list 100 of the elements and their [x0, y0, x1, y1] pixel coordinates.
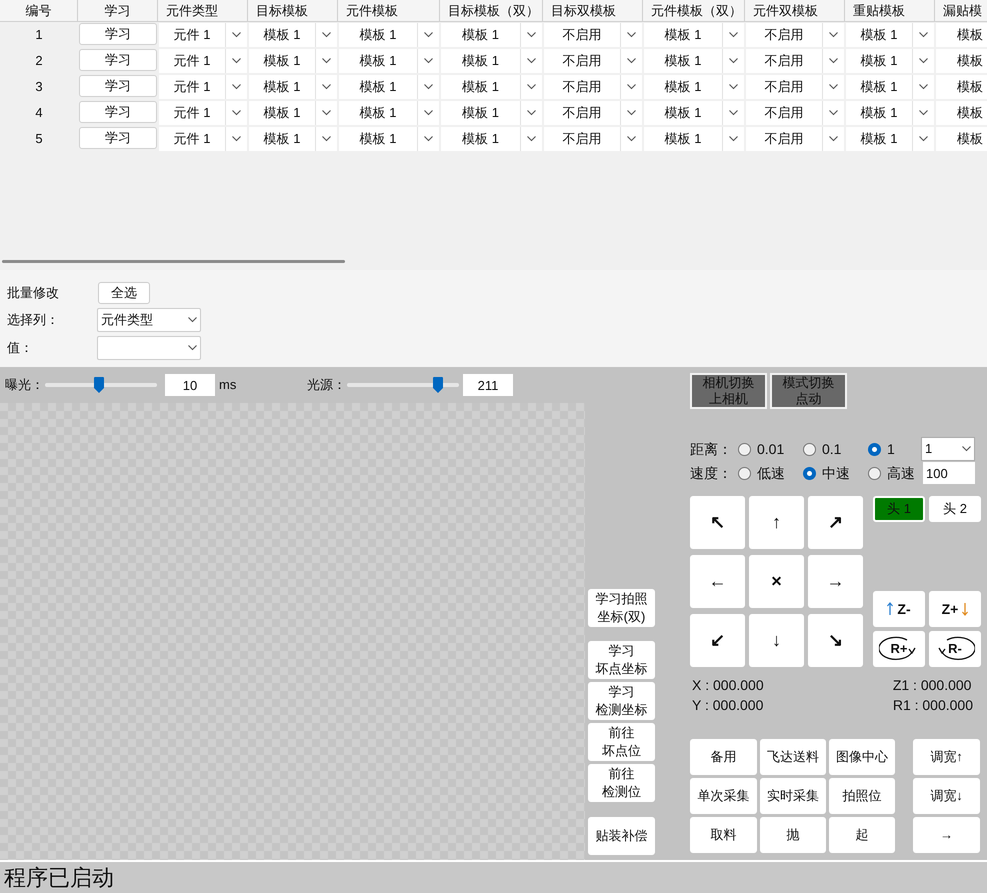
- side-action-button[interactable]: 贴装补偿: [588, 817, 655, 855]
- light-input[interactable]: 211: [463, 374, 513, 396]
- template-dropdown[interactable]: 模板 1: [644, 101, 744, 125]
- template-dropdown[interactable]: 元件 1: [159, 127, 247, 151]
- template-dropdown[interactable]: 模板 1: [339, 23, 439, 47]
- column-dropdown[interactable]: 元件类型: [97, 308, 201, 332]
- radio-button[interactable]: [868, 442, 881, 456]
- select-all-button[interactable]: 全选: [98, 282, 150, 304]
- template-dropdown[interactable]: 模板 1: [846, 101, 934, 125]
- template-dropdown[interactable]: 模板 1: [441, 101, 542, 125]
- chevron-down-icon: [527, 136, 536, 142]
- template-dropdown[interactable]: 不启用: [746, 101, 844, 125]
- template-dropdown[interactable]: 模板 1: [249, 75, 337, 99]
- slider-thumb[interactable]: [94, 377, 104, 393]
- action-button[interactable]: 拍照位: [829, 778, 895, 814]
- learn-button[interactable]: 学习: [79, 75, 157, 97]
- rotate-button[interactable]: R+: [873, 631, 925, 667]
- template-dropdown[interactable]: 模板 1: [846, 23, 934, 47]
- action-button[interactable]: 调宽↓: [913, 778, 980, 814]
- action-button[interactable]: →: [913, 817, 980, 853]
- jog-button[interactable]: ↙: [690, 614, 745, 667]
- learn-button[interactable]: 学习: [79, 101, 157, 123]
- template-dropdown[interactable]: 模板 1: [846, 127, 934, 151]
- template-dropdown[interactable]: 模板: [936, 49, 987, 73]
- template-dropdown[interactable]: 元件 1: [159, 23, 247, 47]
- side-action-button[interactable]: 前往 检测位: [588, 764, 655, 802]
- template-dropdown[interactable]: 模板 1: [249, 127, 337, 151]
- template-dropdown[interactable]: 模板 1: [249, 23, 337, 47]
- template-dropdown[interactable]: 不启用: [746, 75, 844, 99]
- learn-button[interactable]: 学习: [79, 49, 157, 71]
- template-dropdown[interactable]: 不启用: [746, 49, 844, 73]
- z-axis-button[interactable]: Z+: [929, 591, 981, 627]
- slider-track[interactable]: [347, 377, 459, 393]
- template-dropdown[interactable]: 模板 1: [846, 75, 934, 99]
- jog-button[interactable]: ↘: [808, 614, 863, 667]
- template-dropdown[interactable]: 元件 1: [159, 49, 247, 73]
- side-action-button[interactable]: 学习 坏点坐标: [588, 641, 655, 679]
- step-dropdown[interactable]: 1: [921, 437, 975, 461]
- template-dropdown[interactable]: 模板 1: [339, 101, 439, 125]
- template-dropdown[interactable]: 不启用: [544, 23, 642, 47]
- action-button[interactable]: 飞达送料: [760, 739, 826, 775]
- action-button[interactable]: 抛: [760, 817, 826, 853]
- slider-track[interactable]: [45, 377, 157, 393]
- template-dropdown[interactable]: 模板 1: [441, 127, 542, 151]
- radio-button[interactable]: [738, 442, 751, 456]
- side-action-button[interactable]: 学习 检测坐标: [588, 682, 655, 720]
- template-dropdown[interactable]: 模板 1: [644, 75, 744, 99]
- template-dropdown[interactable]: 元件 1: [159, 75, 247, 99]
- template-dropdown[interactable]: 模板 1: [441, 23, 542, 47]
- template-dropdown[interactable]: 不启用: [746, 23, 844, 47]
- template-dropdown[interactable]: 不启用: [544, 75, 642, 99]
- template-dropdown[interactable]: 模板 1: [644, 49, 744, 73]
- template-dropdown[interactable]: 不启用: [544, 127, 642, 151]
- action-button[interactable]: 实时采集: [760, 778, 826, 814]
- speed-input[interactable]: 100: [923, 462, 975, 484]
- radio-button[interactable]: [803, 442, 816, 456]
- jog-button[interactable]: ←: [690, 555, 745, 608]
- action-button[interactable]: 起: [829, 817, 895, 853]
- template-dropdown[interactable]: 模板 1: [249, 49, 337, 73]
- radio-button[interactable]: [803, 466, 816, 480]
- scrollbar-thumb[interactable]: [2, 260, 345, 263]
- side-action-button[interactable]: 前往 坏点位: [588, 723, 655, 761]
- learn-button[interactable]: 学习: [79, 23, 157, 45]
- action-button[interactable]: 取料: [690, 817, 757, 853]
- jog-button[interactable]: ↓: [749, 614, 804, 667]
- jog-button[interactable]: ↑: [749, 496, 804, 549]
- template-dropdown[interactable]: 不启用: [544, 49, 642, 73]
- jog-button[interactable]: ↗: [808, 496, 863, 549]
- template-dropdown[interactable]: 模板 1: [249, 101, 337, 125]
- template-dropdown[interactable]: 模板 1: [441, 75, 542, 99]
- template-dropdown[interactable]: 模板 1: [339, 49, 439, 73]
- template-dropdown[interactable]: 模板 1: [339, 75, 439, 99]
- exposure-input[interactable]: 10: [165, 374, 215, 396]
- template-dropdown[interactable]: 模板 1: [644, 23, 744, 47]
- template-dropdown[interactable]: 模板 1: [339, 127, 439, 151]
- template-dropdown[interactable]: 模板: [936, 127, 987, 151]
- jog-button[interactable]: →: [808, 555, 863, 608]
- template-dropdown[interactable]: 不启用: [746, 127, 844, 151]
- learn-button[interactable]: 学习: [79, 127, 157, 149]
- head-button[interactable]: 头 2: [929, 496, 981, 522]
- template-dropdown[interactable]: 不启用: [544, 101, 642, 125]
- template-dropdown[interactable]: 模板: [936, 23, 987, 47]
- radio-button[interactable]: [868, 466, 881, 480]
- template-dropdown[interactable]: 模板 1: [644, 127, 744, 151]
- slider-thumb[interactable]: [432, 377, 443, 393]
- jog-button[interactable]: ×: [749, 555, 804, 608]
- action-button[interactable]: 备用: [690, 739, 757, 775]
- action-button[interactable]: 图像中心: [829, 739, 895, 775]
- z-axis-button[interactable]: Z-: [873, 591, 925, 627]
- radio-button[interactable]: [738, 466, 751, 480]
- jog-button[interactable]: ↖: [690, 496, 745, 549]
- rotate-button[interactable]: R-: [929, 631, 981, 667]
- action-button[interactable]: 调宽↑: [913, 739, 980, 775]
- template-dropdown[interactable]: 模板 1: [441, 49, 542, 73]
- template-dropdown[interactable]: 模板: [936, 101, 987, 125]
- template-dropdown[interactable]: 模板 1: [846, 49, 934, 73]
- side-action-button[interactable]: 学习拍照 坐标(双): [588, 589, 655, 627]
- template-dropdown[interactable]: 元件 1: [159, 101, 247, 125]
- template-dropdown[interactable]: 模板: [936, 75, 987, 99]
- action-button[interactable]: 单次采集: [690, 778, 757, 814]
